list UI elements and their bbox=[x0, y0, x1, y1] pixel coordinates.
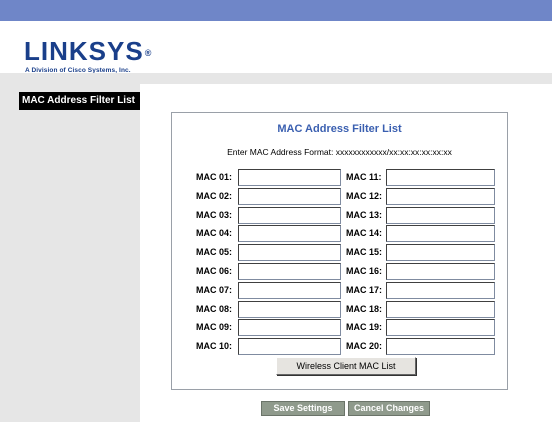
mac-address-input[interactable] bbox=[238, 263, 341, 280]
save-settings-button[interactable]: Save Settings bbox=[261, 401, 345, 416]
logo-registered-mark: ® bbox=[144, 48, 153, 58]
panel-title: MAC Address Filter List bbox=[277, 123, 402, 135]
mac-label: MAC 09: bbox=[196, 322, 233, 333]
mac-address-input[interactable] bbox=[386, 338, 495, 356]
header-divider-band bbox=[0, 73, 552, 84]
mac-label: MAC 20: bbox=[346, 341, 383, 352]
mac-address-input[interactable] bbox=[238, 225, 341, 243]
mac-label: MAC 12: bbox=[346, 190, 383, 201]
mac-address-input[interactable] bbox=[386, 263, 495, 280]
mac-address-input[interactable] bbox=[238, 206, 341, 224]
mac-label: MAC 19: bbox=[346, 322, 383, 333]
mac-address-input[interactable] bbox=[386, 281, 495, 299]
top-bar bbox=[0, 0, 552, 21]
mac-row: MAC 06: MAC 16: bbox=[172, 263, 507, 281]
mac-row: MAC 07: MAC 17: bbox=[172, 281, 507, 300]
mac-address-input[interactable] bbox=[238, 338, 341, 356]
mac-address-input[interactable] bbox=[238, 281, 341, 299]
mac-label: MAC 06: bbox=[196, 266, 233, 276]
sidebar-stripe bbox=[0, 110, 19, 422]
mac-address-input[interactable] bbox=[238, 169, 341, 186]
mac-label: MAC 10: bbox=[196, 341, 233, 352]
mac-row: MAC 09: MAC 19: bbox=[172, 319, 507, 337]
mac-address-input[interactable] bbox=[238, 319, 341, 337]
mac-format-hint: Enter MAC Address Format: xxxxxxxxxxxx/x… bbox=[227, 147, 452, 157]
mac-label: MAC 13: bbox=[346, 209, 383, 220]
mac-address-input[interactable] bbox=[238, 300, 341, 318]
mac-address-input[interactable] bbox=[386, 169, 495, 186]
logo-text: LINKSYS bbox=[24, 36, 144, 66]
mac-address-input[interactable] bbox=[386, 244, 495, 262]
wireless-client-mac-list-button[interactable]: Wireless Client MAC List bbox=[276, 357, 416, 375]
mac-address-input[interactable] bbox=[386, 300, 495, 318]
linksys-logo: LINKSYS® bbox=[24, 38, 151, 64]
mac-label: MAC 08: bbox=[196, 303, 233, 314]
mac-address-input[interactable] bbox=[386, 206, 495, 224]
mac-row: MAC 01: MAC 11: bbox=[172, 169, 507, 187]
mac-label: MAC 14: bbox=[346, 228, 383, 239]
mac-label: MAC 17: bbox=[346, 284, 383, 295]
mac-address-input[interactable] bbox=[386, 187, 495, 205]
mac-label: MAC 16: bbox=[346, 266, 383, 276]
sidebar bbox=[0, 84, 140, 422]
mac-label: MAC 03: bbox=[196, 209, 233, 220]
mac-label: MAC 05: bbox=[196, 247, 233, 258]
mac-row: MAC 04: MAC 14: bbox=[172, 225, 507, 243]
mac-label: MAC 18: bbox=[346, 303, 383, 314]
mac-label: MAC 04: bbox=[196, 228, 233, 239]
mac-label: MAC 01: bbox=[196, 172, 233, 182]
mac-row: MAC 05: MAC 15: bbox=[172, 244, 507, 262]
header: LINKSYS® A Division of Cisco Systems, In… bbox=[0, 21, 552, 74]
mac-address-input[interactable] bbox=[238, 244, 341, 262]
mac-row: MAC 03: MAC 13: bbox=[172, 206, 507, 225]
mac-label: MAC 15: bbox=[346, 247, 383, 258]
mac-label: MAC 07: bbox=[196, 284, 233, 295]
mac-address-input[interactable] bbox=[386, 225, 495, 243]
mac-address-input[interactable] bbox=[238, 187, 341, 205]
mac-label: MAC 02: bbox=[196, 190, 233, 201]
mac-filter-panel: MAC Address Filter List Enter MAC Addres… bbox=[171, 112, 508, 390]
mac-address-input[interactable] bbox=[386, 319, 495, 337]
mac-label: MAC 11: bbox=[346, 172, 382, 182]
sidebar-tab-mac-filter: MAC Address Filter List bbox=[19, 92, 140, 110]
mac-row: MAC 08: MAC 18: bbox=[172, 300, 507, 319]
mac-row: MAC 10: MAC 20: bbox=[172, 338, 507, 356]
mac-row: MAC 02: MAC 12: bbox=[172, 187, 507, 206]
cancel-changes-button[interactable]: Cancel Changes bbox=[348, 401, 430, 416]
